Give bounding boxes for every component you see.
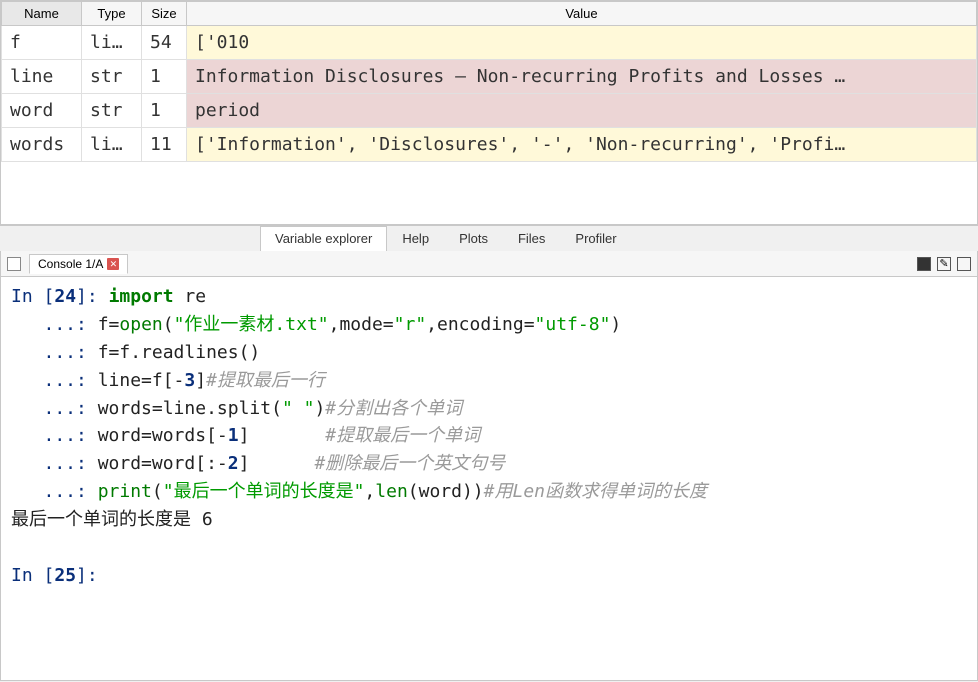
code-text: f=: [98, 314, 120, 335]
menu-icon[interactable]: [957, 257, 971, 271]
prompt-cont: ...:: [11, 453, 98, 474]
code-text: ,mode=: [329, 314, 394, 335]
var-name: line: [2, 60, 82, 94]
code-number: 2: [228, 453, 239, 474]
table-row[interactable]: f list 54 ['010: [2, 26, 977, 60]
var-name: f: [2, 26, 82, 60]
var-type: list: [82, 26, 142, 60]
code-text: (: [163, 314, 174, 335]
console-pane: Console 1/A ✕ In [24]: import re ...: f=…: [0, 251, 978, 681]
option-icon[interactable]: [917, 257, 931, 271]
col-header-type[interactable]: Type: [82, 2, 142, 26]
prompt-close: ]:: [76, 286, 109, 307]
code-builtin: open: [119, 314, 162, 335]
code-text: words=line.split(: [98, 398, 282, 419]
var-size: 1: [142, 94, 187, 128]
tab-help[interactable]: Help: [387, 226, 444, 251]
code-text: word=words[-: [98, 425, 228, 446]
code-text: line=f[-: [98, 370, 185, 391]
code-keyword: import: [109, 286, 174, 307]
var-size: 11: [142, 128, 187, 162]
code-text: (: [152, 481, 163, 502]
table-header-row: Name Type Size Value: [2, 2, 977, 26]
table-row[interactable]: words list 11 ['Information', 'Disclosur…: [2, 128, 977, 162]
code-string: "r": [394, 314, 427, 335]
code-builtin: len: [375, 481, 408, 502]
code-builtin: print: [98, 481, 152, 502]
prompt-in: In [: [11, 565, 54, 586]
code-text: ): [314, 398, 325, 419]
tab-plots[interactable]: Plots: [444, 226, 503, 251]
prompt-cont: ...:: [11, 370, 98, 391]
col-header-value[interactable]: Value: [187, 2, 977, 26]
code-text: (word)): [408, 481, 484, 502]
code-text: ,encoding=: [426, 314, 534, 335]
prompt-in: In [: [11, 286, 54, 307]
code-text: ]: [239, 425, 250, 446]
close-icon[interactable]: ✕: [107, 258, 119, 270]
var-name: words: [2, 128, 82, 162]
code-comment: #用Len函数求得单词的长度: [484, 481, 707, 502]
code-comment: #分割出各个单词: [325, 398, 462, 419]
var-name: word: [2, 94, 82, 128]
code-text: ): [610, 314, 621, 335]
stop-icon[interactable]: [7, 257, 21, 271]
code-text: re: [174, 286, 207, 307]
pane-tabs: Variable explorer Help Plots Files Profi…: [0, 225, 978, 251]
edit-icon[interactable]: [937, 257, 951, 271]
console-output: 最后一个单词的长度是 6: [11, 509, 213, 530]
code-text: ]: [239, 453, 250, 474]
code-string: "utf-8": [535, 314, 611, 335]
code-text: word=word[:-: [98, 453, 228, 474]
code-string: "作业一素材.txt": [174, 314, 329, 335]
console-tab-label: Console 1/A: [38, 257, 103, 271]
variable-explorer-pane: Name Type Size Value f list 54 ['010 lin…: [0, 0, 978, 225]
code-text: ,: [364, 481, 375, 502]
prompt-cont: ...:: [11, 314, 98, 335]
table-row[interactable]: line str 1 Information Disclosures – Non…: [2, 60, 977, 94]
code-comment: #提取最后一行: [206, 370, 325, 391]
col-header-size[interactable]: Size: [142, 2, 187, 26]
var-value: period: [187, 94, 977, 128]
var-type: str: [82, 94, 142, 128]
prompt-number: 25: [54, 565, 76, 586]
code-string: "最后一个单词的长度是": [163, 481, 365, 502]
prompt-number: 24: [54, 286, 76, 307]
code-comment: #删除最后一个英文句号: [249, 453, 505, 474]
prompt-cont: ...:: [11, 398, 98, 419]
prompt-close: ]:: [76, 565, 109, 586]
code-comment: #提取最后一个单词: [249, 425, 480, 446]
console-tab[interactable]: Console 1/A ✕: [29, 254, 128, 274]
prompt-cont: ...:: [11, 425, 98, 446]
code-text: ]: [195, 370, 206, 391]
code-string: " ": [282, 398, 315, 419]
var-type: list: [82, 128, 142, 162]
prompt-cont: ...:: [11, 481, 98, 502]
tab-variable-explorer[interactable]: Variable explorer: [260, 226, 387, 251]
table-row[interactable]: word str 1 period: [2, 94, 977, 128]
col-header-name[interactable]: Name: [2, 2, 82, 26]
tab-profiler[interactable]: Profiler: [560, 226, 631, 251]
code-text: f=f.readlines(): [98, 342, 261, 363]
code-number: 3: [184, 370, 195, 391]
var-value: ['010: [187, 26, 977, 60]
tab-files[interactable]: Files: [503, 226, 560, 251]
var-size: 54: [142, 26, 187, 60]
var-size: 1: [142, 60, 187, 94]
code-number: 1: [228, 425, 239, 446]
console-body[interactable]: In [24]: import re ...: f=open("作业一素材.tx…: [1, 277, 977, 680]
var-value: Information Disclosures – Non-recurring …: [187, 60, 977, 94]
variable-table[interactable]: Name Type Size Value f list 54 ['010 lin…: [1, 1, 977, 162]
var-value: ['Information', 'Disclosures', '-', 'Non…: [187, 128, 977, 162]
prompt-cont: ...:: [11, 342, 98, 363]
console-tabbar: Console 1/A ✕: [1, 251, 977, 277]
var-type: str: [82, 60, 142, 94]
